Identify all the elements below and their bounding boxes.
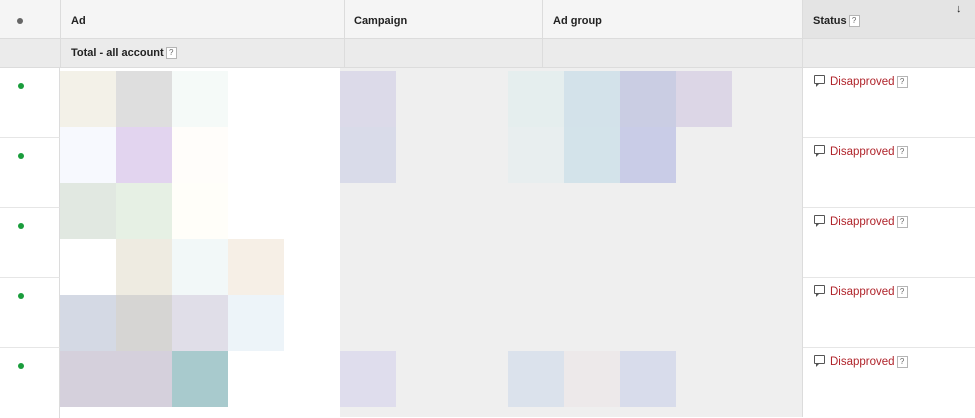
redacted-block — [172, 183, 228, 239]
table-row[interactable] — [0, 348, 60, 418]
total-label: Total - all account? — [71, 39, 177, 67]
redacted-block — [172, 127, 228, 183]
status-text[interactable]: Disapproved — [830, 76, 895, 88]
redacted-block — [228, 239, 284, 295]
help-icon[interactable]: ? — [165, 47, 177, 60]
redacted-block — [172, 239, 228, 295]
redacted-block — [60, 183, 116, 239]
redacted-block — [564, 351, 620, 407]
status-text[interactable]: Disapproved — [830, 146, 895, 158]
redacted-block — [172, 295, 228, 351]
column-header-campaign[interactable]: Campaign — [354, 0, 407, 38]
row-divider — [803, 137, 975, 138]
row-divider — [803, 277, 975, 278]
total-label-text: Total - all account — [71, 47, 164, 59]
total-row: Total - all account? — [0, 39, 975, 68]
speech-bubble-icon[interactable] — [814, 355, 825, 367]
redacted-block — [60, 71, 116, 127]
col-divider — [60, 0, 61, 38]
enabled-status-icon[interactable] — [18, 363, 24, 369]
speech-bubble-icon[interactable] — [814, 215, 825, 227]
help-icon[interactable]: ? — [896, 285, 908, 298]
redacted-block — [60, 127, 116, 183]
table-row[interactable] — [0, 208, 60, 278]
redacted-block — [508, 71, 564, 127]
enabled-status-icon[interactable] — [18, 83, 24, 89]
redacted-block — [116, 183, 172, 239]
column-header-ad-group[interactable]: Ad group — [553, 0, 602, 38]
col-divider — [542, 39, 543, 67]
column-header-ad[interactable]: Ad — [71, 0, 86, 38]
redacted-block — [228, 295, 284, 351]
redacted-block — [508, 127, 564, 183]
redacted-block — [564, 127, 620, 183]
redacted-block — [60, 295, 116, 351]
redacted-block — [340, 351, 396, 407]
table-row[interactable] — [0, 68, 60, 138]
redacted-block — [620, 127, 676, 183]
col-divider — [542, 0, 543, 38]
table-row[interactable] — [0, 278, 60, 348]
col-divider — [344, 39, 345, 67]
redacted-block — [116, 351, 172, 407]
redacted-block — [172, 71, 228, 127]
row-divider — [803, 207, 975, 208]
enabled-status-icon[interactable] — [18, 153, 24, 159]
redacted-block — [340, 71, 396, 127]
help-icon[interactable]: ? — [896, 145, 908, 158]
column-header-status-label: Status — [813, 15, 847, 27]
redacted-block — [676, 71, 732, 127]
row-divider — [803, 347, 975, 348]
status-dot-header-icon[interactable] — [17, 18, 23, 24]
col-divider — [802, 39, 803, 67]
status-cell[interactable]: Disapproved? — [814, 285, 908, 299]
redacted-block — [116, 71, 172, 127]
col-divider — [344, 0, 345, 38]
redacted-block — [340, 127, 396, 183]
speech-bubble-icon[interactable] — [814, 145, 825, 157]
enabled-status-icon[interactable] — [18, 293, 24, 299]
help-icon[interactable]: ? — [896, 215, 908, 228]
redacted-block — [508, 351, 564, 407]
status-cell[interactable]: Disapproved? — [814, 355, 908, 369]
enabled-status-icon[interactable] — [18, 223, 24, 229]
redacted-block — [172, 351, 228, 407]
redacted-block — [116, 295, 172, 351]
status-text[interactable]: Disapproved — [830, 216, 895, 228]
redacted-block — [620, 71, 676, 127]
redacted-block — [116, 239, 172, 295]
help-icon[interactable]: ? — [896, 75, 908, 88]
status-cell[interactable]: Disapproved? — [814, 145, 908, 159]
table-header: Ad Campaign Ad group Status? ↓ — [0, 0, 975, 39]
redacted-block — [60, 351, 116, 407]
column-header-status[interactable]: Status? — [813, 0, 860, 38]
help-icon[interactable]: ? — [896, 355, 908, 368]
col-divider — [60, 39, 61, 67]
status-cell[interactable]: Disapproved? — [814, 215, 908, 229]
redacted-block — [564, 71, 620, 127]
status-text[interactable]: Disapproved — [830, 356, 895, 368]
status-cell[interactable]: Disapproved? — [814, 75, 908, 89]
redacted-block — [116, 127, 172, 183]
status-text[interactable]: Disapproved — [830, 286, 895, 298]
speech-bubble-icon[interactable] — [814, 285, 825, 297]
table-row[interactable] — [0, 138, 60, 208]
sort-descending-icon[interactable]: ↓ — [956, 2, 962, 16]
help-icon[interactable]: ? — [848, 15, 860, 28]
speech-bubble-icon[interactable] — [814, 75, 825, 87]
redacted-block — [620, 351, 676, 407]
